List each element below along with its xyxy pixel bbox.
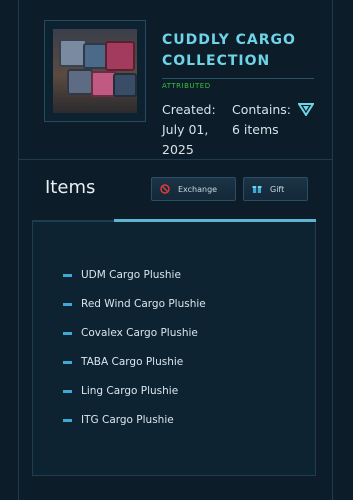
plushie-cube-image: [67, 69, 93, 95]
collection-window: CUDDLY CARGO COLLECTION ATTRIBUTED Creat…: [0, 0, 353, 500]
gift-button[interactable]: Gift: [243, 177, 308, 201]
plushie-cube-image: [113, 73, 137, 97]
list-item[interactable]: ITG Cargo Plushie: [63, 414, 174, 426]
gift-label: Gift: [270, 184, 285, 194]
bullet-marker: [63, 302, 72, 306]
bullet-marker: [63, 331, 72, 335]
no-entry-icon: [160, 184, 170, 194]
header-divider: [18, 159, 333, 160]
list-item-label: Red Wind Cargo Plushie: [81, 298, 206, 310]
bullet-marker: [63, 389, 72, 393]
list-item-label: ITG Cargo Plushie: [81, 414, 174, 426]
attributed-badge: ATTRIBUTED: [162, 82, 211, 90]
chevron-down-icon[interactable]: [298, 103, 314, 116]
list-item-label: Covalex Cargo Plushie: [81, 327, 198, 339]
created-date: Created: July 01, 2025: [162, 102, 216, 157]
collection-thumbnail: [53, 29, 137, 113]
list-item-label: Ling Cargo Plushie: [81, 385, 179, 397]
list-item[interactable]: Red Wind Cargo Plushie: [63, 298, 206, 310]
list-item-label: TABA Cargo Plushie: [81, 356, 184, 368]
exchange-label: Exchange: [178, 184, 218, 194]
collection-title: CUDDLY CARGO COLLECTION: [162, 32, 296, 69]
bullet-marker: [63, 418, 72, 422]
gift-box-icon: [252, 186, 262, 193]
items-heading: Items: [45, 177, 96, 198]
title-divider: [162, 78, 314, 79]
exchange-button[interactable]: Exchange: [151, 177, 236, 201]
list-item[interactable]: Covalex Cargo Plushie: [63, 327, 198, 339]
list-item[interactable]: Ling Cargo Plushie: [63, 385, 178, 397]
collection-thumbnail-frame: [44, 20, 146, 122]
contains-count: Contains: 6 items: [232, 102, 291, 137]
list-item[interactable]: TABA Cargo Plushie: [63, 356, 183, 368]
bullet-marker: [63, 273, 72, 277]
bullet-marker: [63, 360, 72, 364]
plushie-cube-image: [105, 41, 135, 71]
items-list-panel: UDM Cargo Plushie Red Wind Cargo Plushie…: [32, 222, 316, 476]
list-item[interactable]: UDM Cargo Plushie: [63, 269, 181, 281]
list-item-label: UDM Cargo Plushie: [81, 269, 181, 281]
